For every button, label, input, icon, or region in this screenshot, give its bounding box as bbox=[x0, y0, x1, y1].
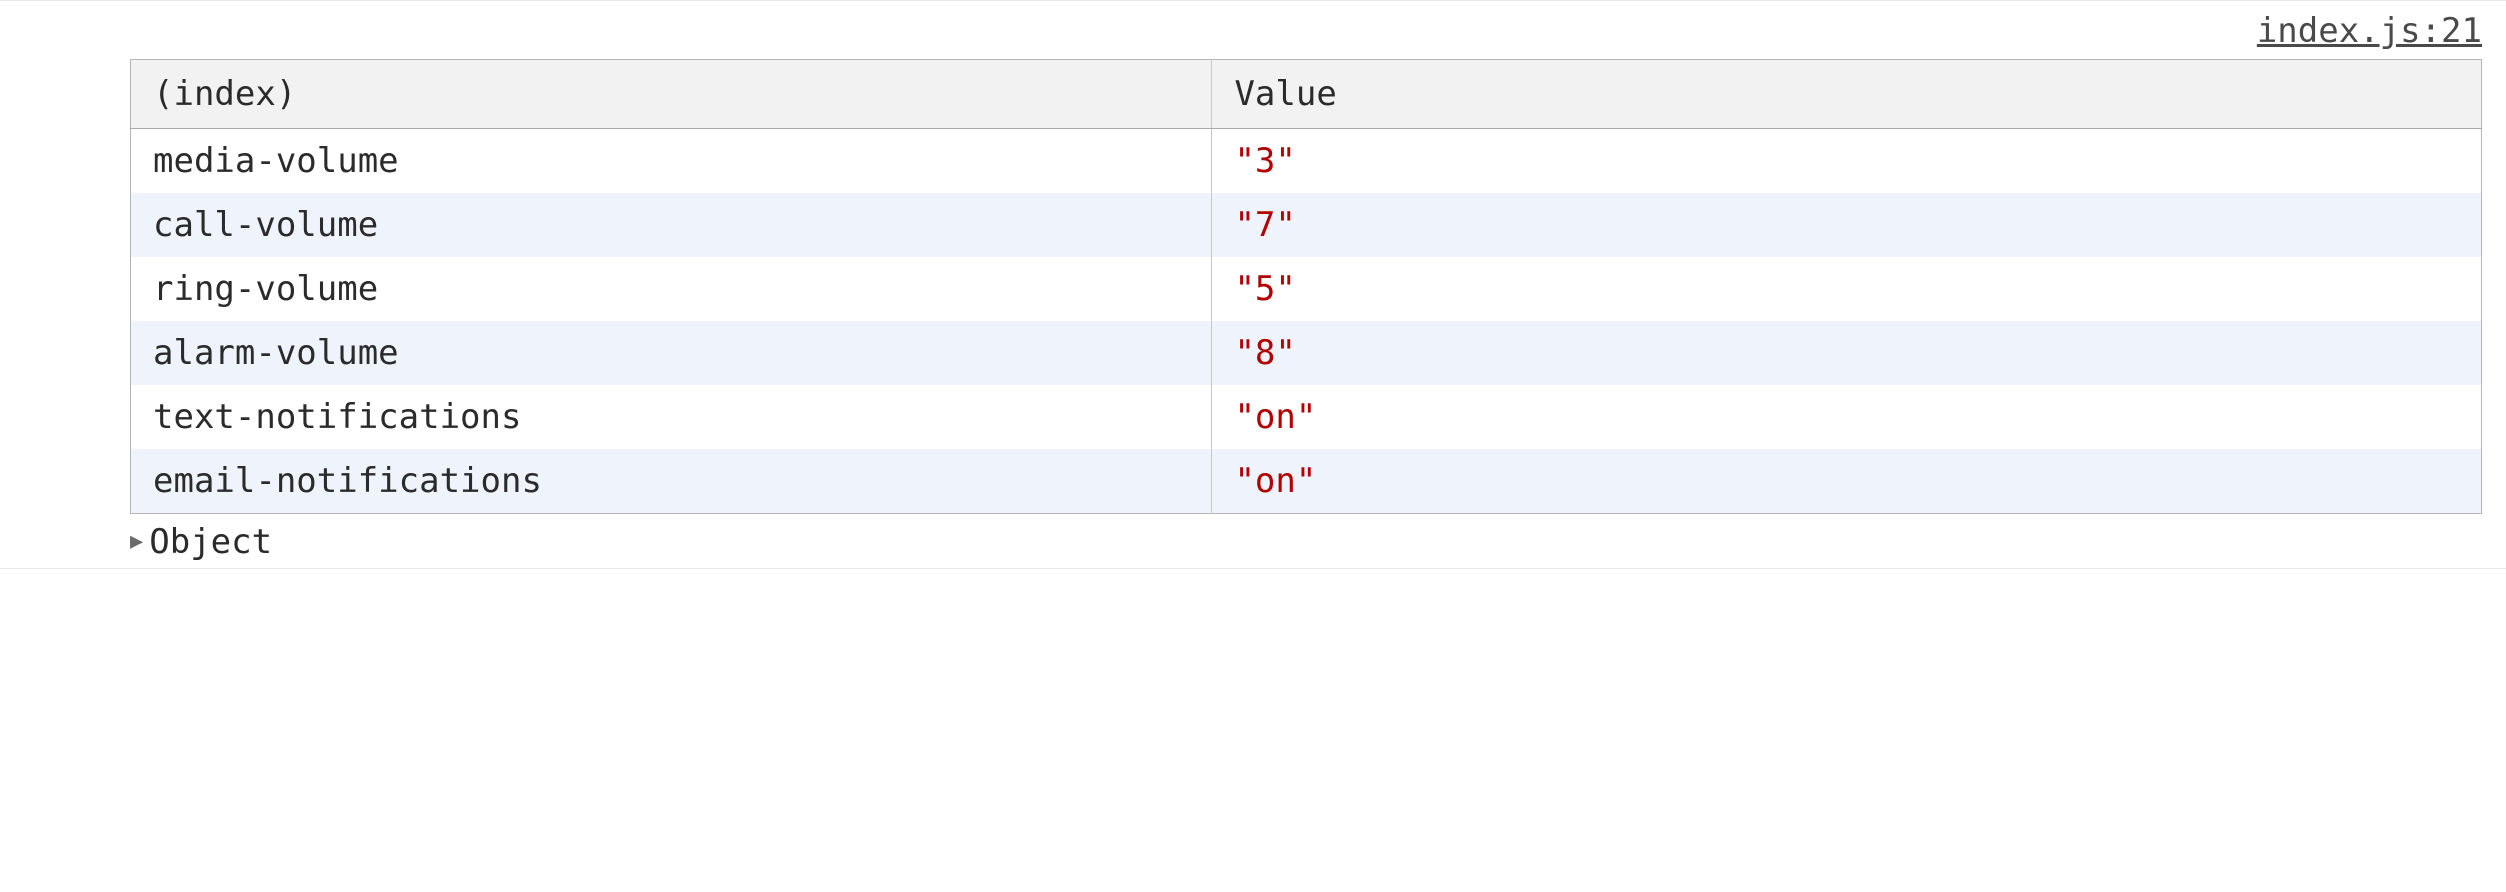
console-table-wrap: (index) Value media-volume "3" call-volu… bbox=[130, 59, 2482, 514]
string-value: "on" bbox=[1234, 397, 1316, 437]
table-row[interactable]: media-volume "3" bbox=[131, 129, 2482, 194]
row-key: call-volume bbox=[131, 193, 1212, 257]
source-link[interactable]: index.js:21 bbox=[2257, 11, 2482, 51]
row-value: "3" bbox=[1212, 129, 2482, 194]
table-row[interactable]: email-notifications "on" bbox=[131, 449, 2482, 514]
object-disclosure[interactable]: ▶ Object bbox=[130, 522, 2506, 562]
row-key: ring-volume bbox=[131, 257, 1212, 321]
row-key: email-notifications bbox=[131, 449, 1212, 514]
console-table: (index) Value media-volume "3" call-volu… bbox=[130, 59, 2482, 514]
string-value: "on" bbox=[1234, 461, 1316, 501]
table-header-row: (index) Value bbox=[131, 60, 2482, 129]
row-value: "5" bbox=[1212, 257, 2482, 321]
object-label: Object bbox=[149, 522, 272, 562]
row-key: media-volume bbox=[131, 129, 1212, 194]
row-value: "7" bbox=[1212, 193, 2482, 257]
row-key: alarm-volume bbox=[131, 321, 1212, 385]
row-value: "on" bbox=[1212, 385, 2482, 449]
string-value: "8" bbox=[1234, 333, 1295, 373]
table-row[interactable]: call-volume "7" bbox=[131, 193, 2482, 257]
table-row[interactable]: text-notifications "on" bbox=[131, 385, 2482, 449]
row-key: text-notifications bbox=[131, 385, 1212, 449]
table-row[interactable]: alarm-volume "8" bbox=[131, 321, 2482, 385]
row-value: "on" bbox=[1212, 449, 2482, 514]
string-value: "5" bbox=[1234, 269, 1295, 309]
row-value: "8" bbox=[1212, 321, 2482, 385]
source-link-container: index.js:21 bbox=[0, 7, 2506, 59]
column-header-index[interactable]: (index) bbox=[131, 60, 1212, 129]
string-value: "7" bbox=[1234, 205, 1295, 245]
column-header-value[interactable]: Value bbox=[1212, 60, 2482, 129]
table-row[interactable]: ring-volume "5" bbox=[131, 257, 2482, 321]
triangle-right-icon: ▶ bbox=[130, 531, 143, 553]
console-table-entry: index.js:21 (index) Value media-volume "… bbox=[0, 0, 2506, 569]
string-value: "3" bbox=[1234, 141, 1295, 181]
